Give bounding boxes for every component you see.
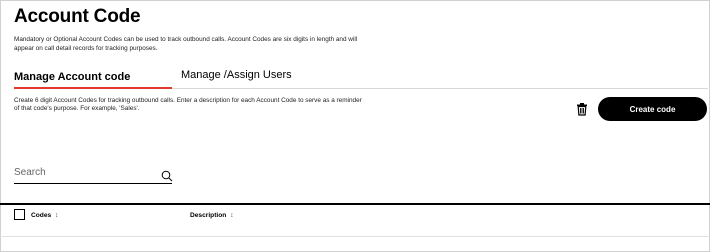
- sort-icon[interactable]: ↕: [230, 212, 233, 219]
- table-row-divider: [0, 236, 710, 237]
- select-all-checkbox[interactable]: [14, 209, 25, 220]
- section-description: Create 6 digit Account Codes for trackin…: [14, 97, 362, 112]
- page-title: Account Code: [14, 6, 141, 27]
- tabs-divider: [172, 88, 708, 89]
- trash-icon[interactable]: [575, 102, 589, 116]
- column-header-description[interactable]: Description ↕: [190, 212, 234, 219]
- column-header-description-label: Description: [190, 212, 227, 219]
- column-header-codes[interactable]: Codes ↕: [31, 212, 58, 219]
- tab-manage-assign-users[interactable]: Manage /Assign Users: [181, 69, 292, 81]
- search-field: [14, 163, 173, 184]
- page-description: Mandatory or Optional Account Codes can …: [14, 36, 358, 52]
- table-header-rule: [0, 203, 710, 205]
- search-icon[interactable]: [161, 170, 173, 182]
- sort-icon[interactable]: ↕: [55, 212, 58, 219]
- create-code-button[interactable]: Create code: [598, 97, 707, 121]
- active-tab-indicator: [14, 87, 172, 89]
- column-header-codes-label: Codes: [31, 212, 52, 219]
- tab-manage-account-code[interactable]: Manage Account code: [14, 71, 130, 83]
- search-input[interactable]: [14, 163, 154, 181]
